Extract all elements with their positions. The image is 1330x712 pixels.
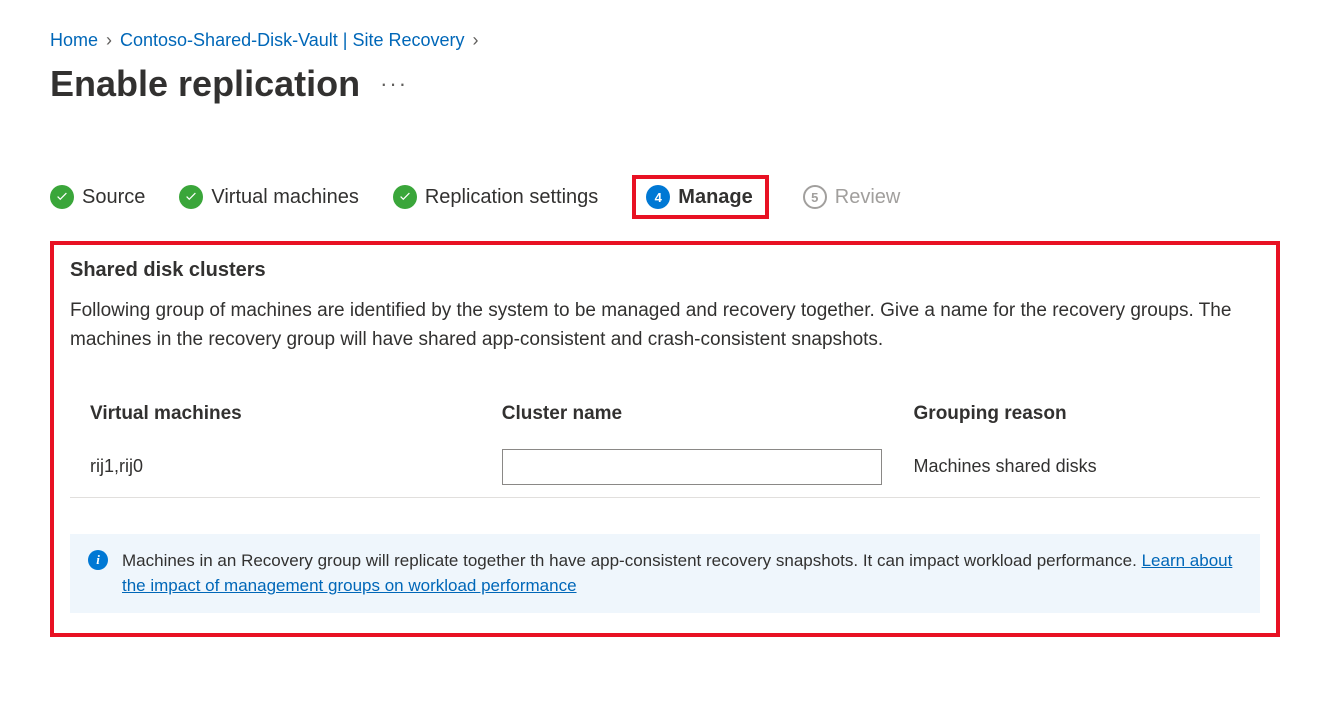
check-icon xyxy=(50,185,74,209)
col-header-reason: Grouping reason xyxy=(914,403,1240,425)
cell-vm: rij1,rij0 xyxy=(90,456,482,477)
col-header-cluster: Cluster name xyxy=(502,403,894,425)
step-label: Manage xyxy=(678,186,752,209)
chevron-right-icon: › xyxy=(473,30,479,51)
step-manage[interactable]: 4 Manage xyxy=(632,175,768,219)
step-replication-settings[interactable]: Replication settings xyxy=(393,185,598,209)
chevron-right-icon: › xyxy=(106,30,112,51)
step-label: Review xyxy=(835,186,901,209)
cell-cluster-name xyxy=(502,449,894,485)
info-icon: i xyxy=(88,550,108,570)
check-icon xyxy=(179,185,203,209)
cell-reason: Machines shared disks xyxy=(914,456,1240,477)
info-text: Machines in an Recovery group will repli… xyxy=(122,548,1242,599)
table-row: rij1,rij0 Machines shared disks xyxy=(70,437,1260,498)
step-number-icon: 5 xyxy=(803,185,827,209)
page-title: Enable replication xyxy=(50,63,360,105)
clusters-table: Virtual machines Cluster name Grouping r… xyxy=(70,391,1260,498)
table-header-row: Virtual machines Cluster name Grouping r… xyxy=(70,391,1260,437)
info-message: Machines in an Recovery group will repli… xyxy=(122,551,1142,570)
breadcrumb-vault[interactable]: Contoso-Shared-Disk-Vault | Site Recover… xyxy=(120,30,464,51)
step-review[interactable]: 5 Review xyxy=(803,185,901,209)
col-header-vm: Virtual machines xyxy=(90,403,482,425)
wizard-steps: Source Virtual machines Replication sett… xyxy=(50,175,1280,219)
breadcrumb: Home › Contoso-Shared-Disk-Vault | Site … xyxy=(50,30,1280,51)
breadcrumb-home[interactable]: Home xyxy=(50,30,98,51)
panel-heading: Shared disk clusters xyxy=(70,259,1260,282)
panel-description: Following group of machines are identifi… xyxy=(70,296,1260,355)
step-label: Virtual machines xyxy=(211,186,358,209)
step-virtual-machines[interactable]: Virtual machines xyxy=(179,185,358,209)
page-title-row: Enable replication ··· xyxy=(50,63,1280,105)
step-label: Replication settings xyxy=(425,186,598,209)
info-box: i Machines in an Recovery group will rep… xyxy=(70,534,1260,613)
cluster-name-input[interactable] xyxy=(502,449,882,485)
shared-disk-clusters-panel: Shared disk clusters Following group of … xyxy=(50,241,1280,637)
check-icon xyxy=(393,185,417,209)
step-source[interactable]: Source xyxy=(50,185,145,209)
step-label: Source xyxy=(82,186,145,209)
more-actions-button[interactable]: ··· xyxy=(380,71,408,97)
step-number-icon: 4 xyxy=(646,185,670,209)
